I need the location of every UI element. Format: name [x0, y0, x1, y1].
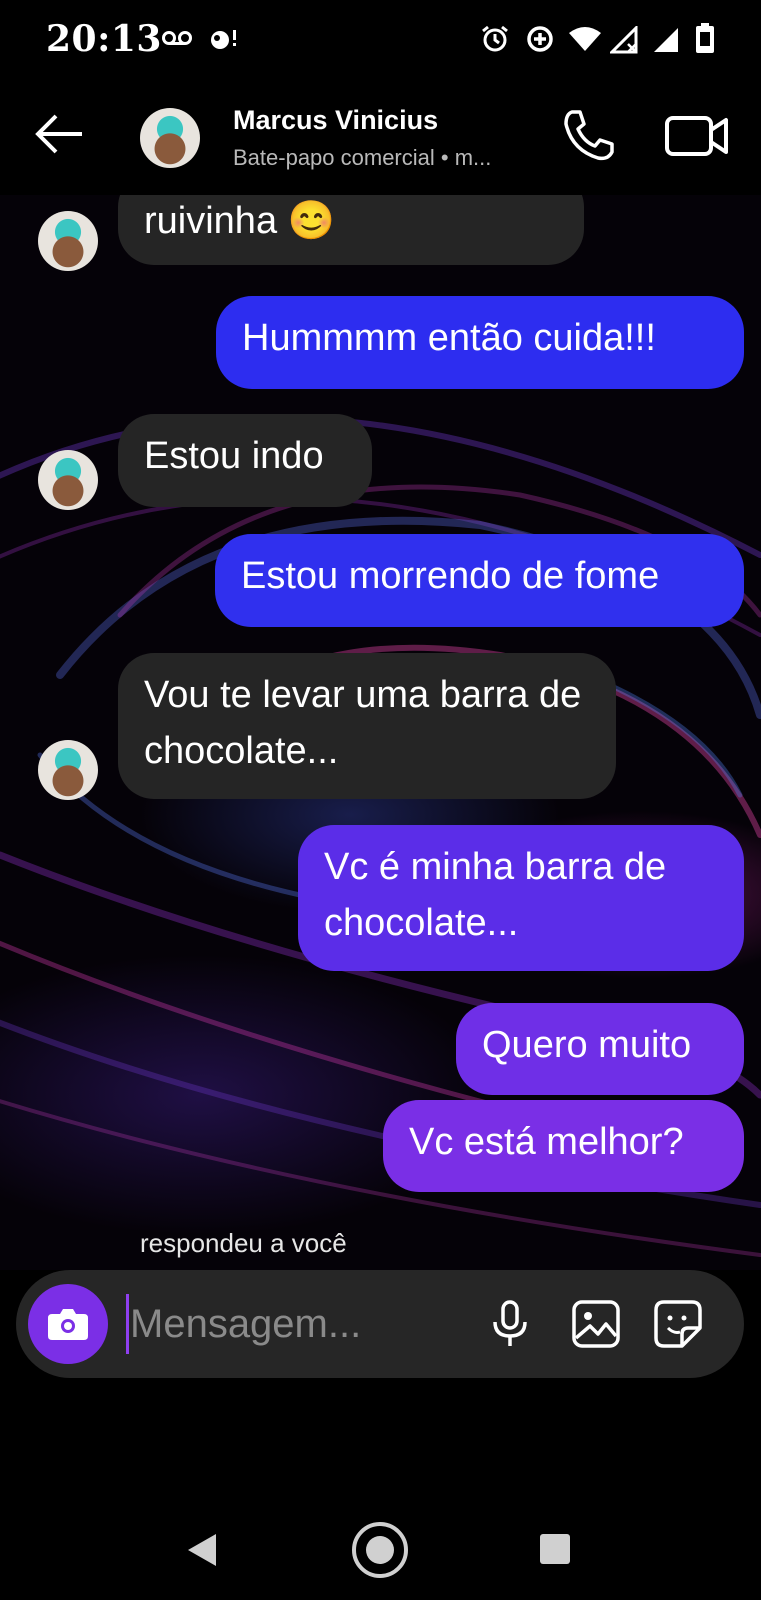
message-composer	[16, 1270, 744, 1378]
alarm-icon	[482, 25, 508, 52]
message-avatar[interactable]	[38, 740, 98, 800]
contact-subtitle[interactable]: Bate-papo comercial • m...	[233, 145, 533, 171]
sticker-icon[interactable]	[650, 1296, 706, 1352]
status-bar: 20:13	[0, 0, 761, 80]
message-bubble-outgoing[interactable]: Quero muito	[456, 1003, 744, 1095]
nav-home-icon[interactable]	[350, 1520, 410, 1580]
camera-icon	[48, 1309, 88, 1340]
battery-icon	[696, 23, 714, 53]
message-bubble-incoming[interactable]: ruivinha 😊	[118, 195, 584, 265]
status-time: 20:13	[46, 18, 162, 60]
phone-icon[interactable]	[558, 106, 618, 166]
message-bubble-incoming[interactable]: Vou te levar uma barra de chocolate...	[118, 653, 616, 799]
message-bubble-outgoing[interactable]: Vc está melhor?	[383, 1100, 744, 1192]
navigation-bar	[0, 1500, 761, 1600]
message-avatar[interactable]	[38, 450, 98, 510]
data-saver-icon	[527, 26, 553, 52]
signal-off-icon	[610, 26, 638, 54]
signal-icon	[654, 28, 678, 52]
contact-avatar[interactable]	[140, 108, 200, 168]
contact-name[interactable]: Marcus Vinicius	[233, 105, 438, 136]
notification-icon	[211, 30, 236, 49]
message-bubble-incoming[interactable]: Estou indo	[118, 414, 372, 507]
nav-back-icon[interactable]	[184, 1530, 220, 1570]
message-input[interactable]	[128, 1292, 462, 1356]
microphone-icon[interactable]	[482, 1296, 538, 1352]
wifi-icon	[569, 27, 601, 51]
message-bubble-outgoing[interactable]: Estou morrendo de fome	[215, 534, 744, 627]
chat-header: Marcus Vinicius Bate-papo comercial • m.…	[0, 80, 761, 195]
back-arrow-icon[interactable]	[28, 102, 92, 166]
message-avatar[interactable]	[38, 211, 98, 271]
nav-recents-icon[interactable]	[538, 1532, 572, 1566]
reply-note: respondeu a você	[140, 1228, 347, 1258]
chat-background: ruivinha 😊 Hummmm então cuida!!! Estou i…	[0, 195, 761, 1270]
image-icon[interactable]	[568, 1296, 624, 1352]
message-bubble-outgoing[interactable]: Vc é minha barra de chocolate...	[298, 825, 744, 971]
camera-button[interactable]	[28, 1284, 108, 1364]
video-camera-icon[interactable]	[664, 106, 730, 166]
message-bubble-outgoing[interactable]: Hummmm então cuida!!!	[216, 296, 744, 389]
voicemail-icon	[162, 31, 192, 45]
